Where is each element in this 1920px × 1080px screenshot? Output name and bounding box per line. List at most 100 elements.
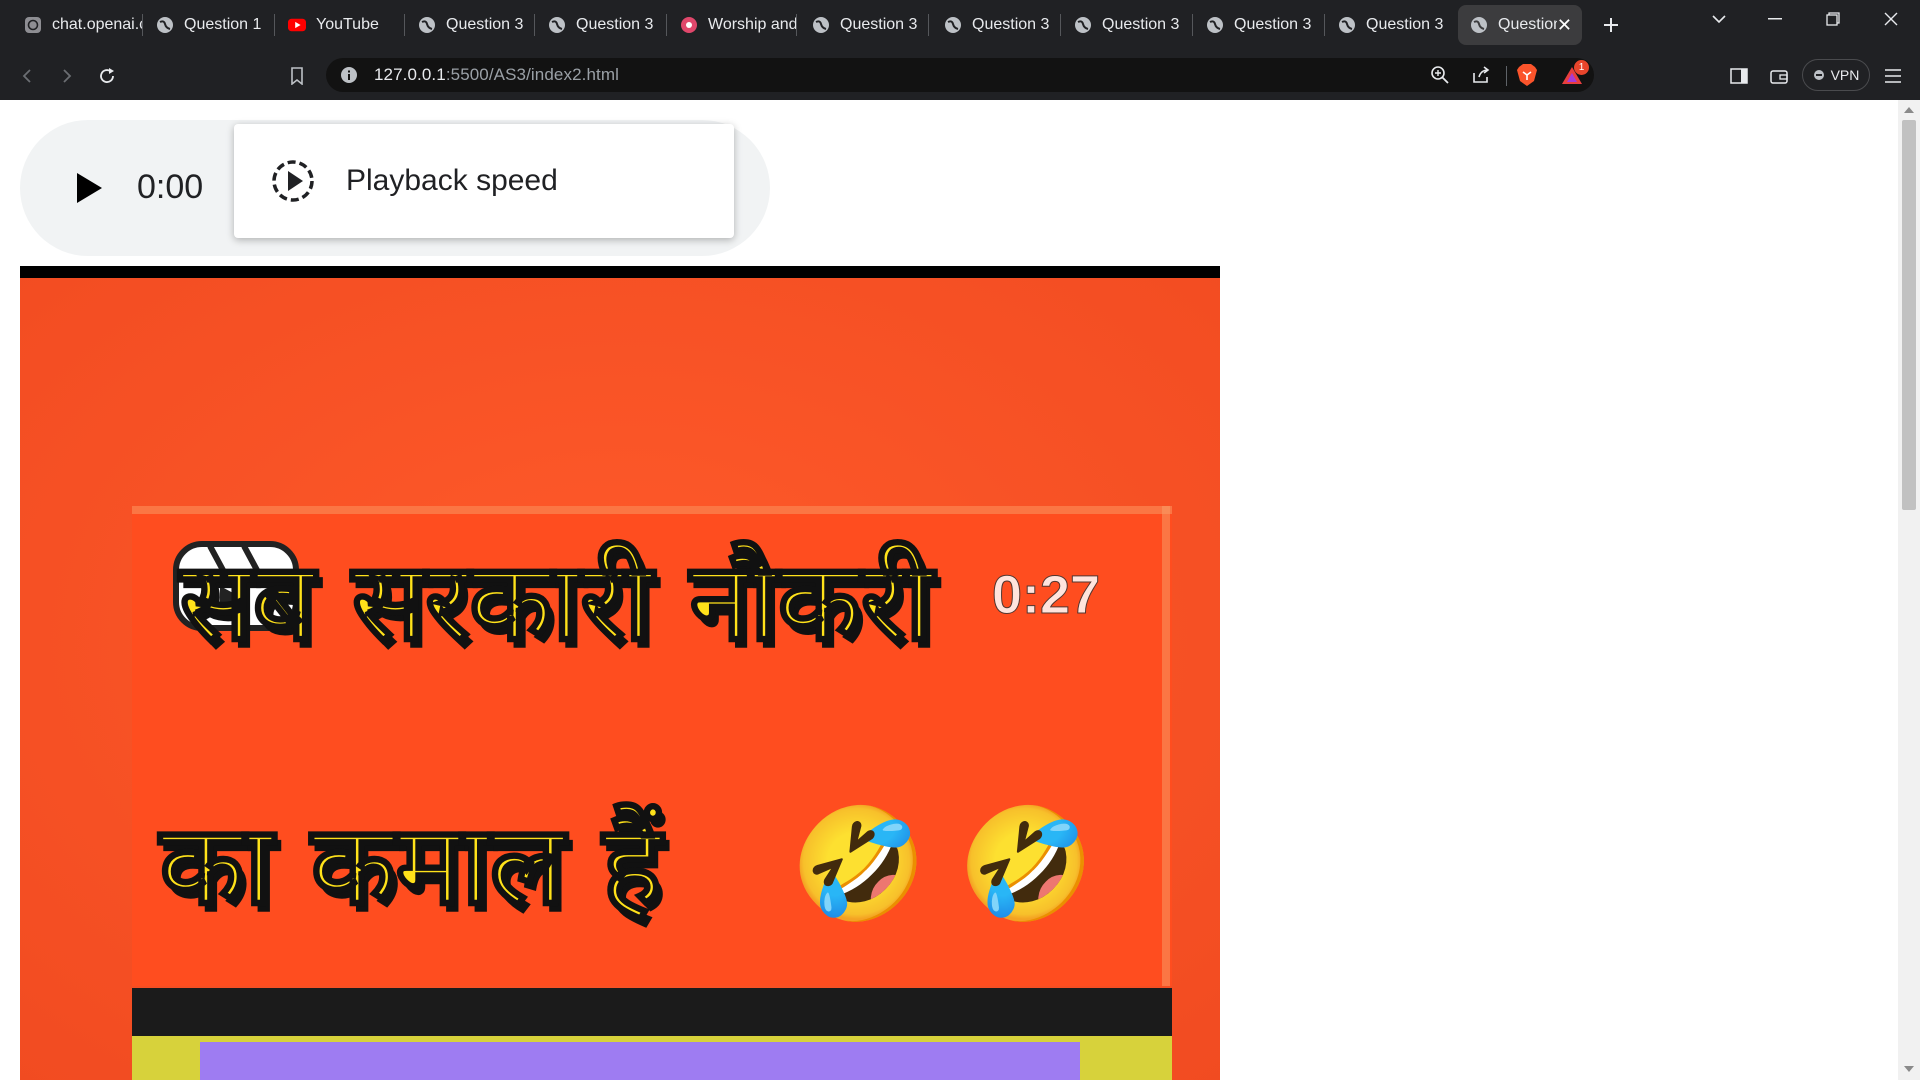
tab-youtube[interactable]: YouTube (276, 5, 404, 45)
tab-worship[interactable]: Worship and (668, 5, 796, 45)
tab-question-3[interactable]: Question 3 (932, 5, 1060, 45)
audio-player[interactable]: 0:00 Playback speed (20, 120, 770, 256)
playback-speed-option[interactable]: Playback speed (346, 164, 558, 198)
wallet-icon (1770, 70, 1788, 84)
zoom-icon[interactable] (1430, 65, 1450, 90)
minimize-button[interactable] (1752, 0, 1798, 38)
globe-icon (156, 16, 174, 34)
tab-question-3[interactable]: Question 3 (800, 5, 928, 45)
bookmark-button[interactable] (284, 63, 310, 89)
url-path: :5500/AS3/index2.html (445, 65, 619, 84)
tab-title: Question 3 (446, 16, 524, 33)
tab-title: Question 3 (1102, 16, 1180, 33)
scroll-thumb[interactable] (1902, 120, 1916, 510)
tab-active[interactable]: Question 3 ✕ (1458, 5, 1582, 45)
tab-separator (534, 14, 535, 36)
menu-button[interactable] (1880, 63, 1906, 89)
play-icon (77, 173, 102, 203)
globe-icon (1338, 16, 1356, 34)
tab-title: Question 1 (184, 16, 262, 33)
tab-separator (274, 14, 275, 36)
playback-speed-icon (270, 158, 316, 204)
globe-icon (1074, 16, 1092, 34)
tab-question-3[interactable]: Question 3 (1194, 5, 1324, 45)
tab-question-1[interactable]: Question 1 (144, 5, 274, 45)
tab-question-3[interactable]: Question 3 (1326, 5, 1456, 45)
restore-icon (1826, 12, 1840, 26)
tab-separator (928, 14, 929, 36)
close-icon[interactable]: ✕ (1557, 15, 1572, 36)
globe-icon (1206, 16, 1224, 34)
hamburger-menu-icon (1885, 69, 1901, 83)
globe-icon (944, 16, 962, 34)
back-arrow-icon (22, 69, 31, 83)
video-player[interactable]: सब सरकारी नौकरी का कमाल हैं 🤣 🤣 0:27 (20, 266, 1220, 1080)
vpn-button[interactable]: VPN (1802, 59, 1870, 91)
brave-shields-icon[interactable] (1516, 63, 1538, 92)
tab-separator (666, 14, 667, 36)
tab-search-button[interactable] (1696, 0, 1742, 38)
chatgpt-icon (24, 16, 42, 34)
tab-question-3[interactable]: Question 3 (536, 5, 666, 45)
notification-badge: 1 (1574, 60, 1589, 75)
url-host: 127.0.0.1 (374, 65, 446, 84)
tab-question-3[interactable]: Question 3 (406, 5, 534, 45)
close-window-button[interactable] (1868, 0, 1914, 38)
tab-title: Question 3 (840, 16, 918, 33)
url-text: 127.0.0.1:5500/AS3/index2.html (374, 65, 619, 85)
tab-separator (1060, 14, 1061, 36)
video-frame (20, 278, 1220, 1080)
tab-title: Question 3 (1366, 16, 1444, 33)
close-icon (1884, 12, 1898, 26)
tab-separator (1324, 14, 1325, 36)
sidebar-button[interactable] (1726, 63, 1752, 89)
tab-title: Question 3 (972, 16, 1050, 33)
tab-separator (142, 14, 143, 36)
tab-question-3[interactable]: Question 3 (1062, 5, 1192, 45)
globe-icon (1470, 16, 1488, 34)
tab-title: Question 3 (576, 16, 654, 33)
globe-icon (548, 16, 566, 34)
address-bar[interactable]: 127.0.0.1:5500/AS3/index2.html 1 (326, 58, 1594, 92)
forward-arrow-icon (63, 69, 72, 83)
plus-icon (1604, 18, 1618, 32)
share-icon[interactable] (1471, 65, 1491, 90)
globe-icon (418, 16, 436, 34)
tab-title: Question 3 (1234, 16, 1312, 33)
youtube-icon (288, 16, 306, 34)
minimize-icon (1768, 18, 1782, 20)
tab-separator (796, 14, 797, 36)
tab-title: Question 3 (1498, 16, 1557, 33)
site-info-icon[interactable] (340, 66, 358, 89)
page-scrollbar[interactable] (1898, 100, 1920, 1080)
tab-title: chat.openai.com (52, 16, 142, 33)
globe-icon (812, 16, 830, 34)
tab-separator (404, 14, 405, 36)
play-button[interactable] (70, 170, 106, 206)
caption-line-2: का कमाल हैं (159, 800, 663, 931)
sidebar-icon (1730, 68, 1748, 84)
restore-button[interactable] (1810, 0, 1856, 38)
laughing-emoji-icon: 🤣 🤣 (790, 803, 1095, 926)
back-button[interactable] (14, 63, 40, 89)
bookmark-icon (291, 67, 303, 85)
reload-button[interactable] (94, 63, 120, 89)
brave-rewards-icon[interactable]: 1 (1560, 60, 1589, 91)
vpn-label: VPN (1830, 67, 1860, 83)
video-overlay-time: 0:27 (991, 565, 1101, 626)
playback-options-menu: Playback speed (234, 124, 734, 238)
tab-title: YouTube (316, 16, 379, 33)
forward-button[interactable] (54, 63, 80, 89)
scroll-up-icon (1904, 107, 1914, 113)
browser-toolbar: 127.0.0.1:5500/AS3/index2.html 1 VPN (0, 50, 1920, 100)
chevron-down-icon (1712, 15, 1726, 24)
new-tab-button[interactable] (1598, 12, 1624, 38)
tab-separator (1192, 14, 1193, 36)
reload-icon (100, 68, 114, 83)
music-icon (680, 16, 698, 34)
tab-chatgpt[interactable]: chat.openai.com (12, 5, 142, 45)
wallet-button[interactable] (1766, 63, 1792, 89)
tab-strip: chat.openai.com Question 1 YouTube Quest… (0, 0, 1920, 50)
tab-title: Worship and (708, 16, 796, 33)
vpn-status-icon (1813, 70, 1824, 80)
